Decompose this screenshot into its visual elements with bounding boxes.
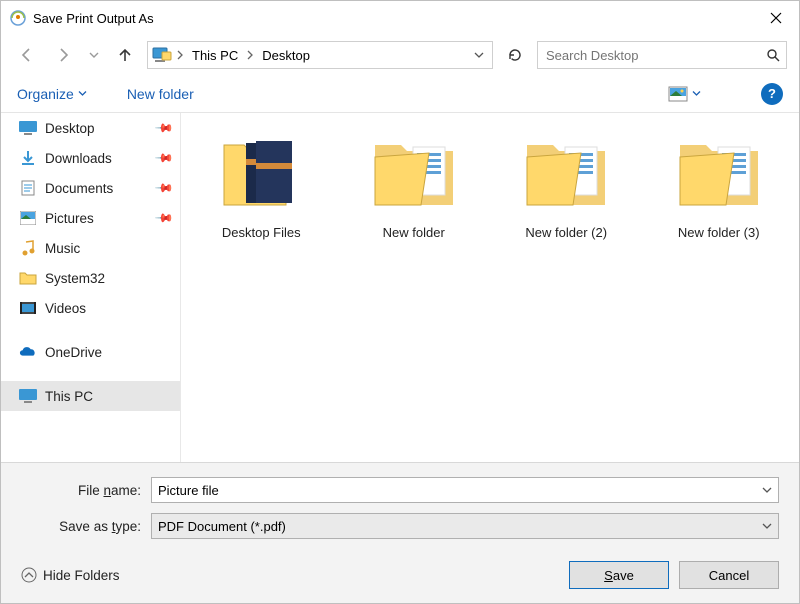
picture-icon: [668, 86, 688, 102]
folder-icon: [19, 269, 37, 287]
cancel-label: Cancel: [709, 568, 749, 583]
folder-item[interactable]: New folder (3): [663, 133, 776, 240]
sidebar-item-downloads[interactable]: Downloads 📌: [1, 143, 180, 173]
chevron-down-icon: [78, 89, 87, 98]
sidebar-item-system32[interactable]: System32: [1, 263, 180, 293]
sidebar-item-desktop[interactable]: Desktop 📌: [1, 113, 180, 143]
chevron-right-icon: [176, 50, 184, 60]
folder-icon: [369, 133, 459, 213]
sidebar-item-label: Downloads: [45, 151, 112, 166]
search-icon: [766, 48, 780, 62]
breadcrumb-root[interactable]: This PC: [188, 46, 242, 65]
savetype-select[interactable]: PDF Document (*.pdf): [151, 513, 779, 539]
sidebar-item-pictures[interactable]: Pictures 📌: [1, 203, 180, 233]
sidebar-item-onedrive[interactable]: OneDrive: [1, 337, 180, 367]
filename-input[interactable]: Picture file: [151, 477, 779, 503]
folder-icon: [216, 133, 306, 213]
savetype-value: PDF Document (*.pdf): [158, 519, 286, 534]
pin-icon: 📌: [154, 178, 174, 198]
pictures-icon: [19, 209, 37, 227]
chevron-down-icon[interactable]: [762, 485, 772, 495]
sidebar-item-label: This PC: [45, 389, 93, 404]
file-list[interactable]: Desktop Files New folder: [181, 113, 799, 462]
sidebar-item-thispc[interactable]: This PC: [1, 381, 180, 411]
sidebar-item-label: Music: [45, 241, 80, 256]
organize-label: Organize: [17, 86, 74, 102]
body: Desktop 📌 Downloads 📌 Documents 📌 Pictur…: [1, 113, 799, 462]
hide-folders-label: Hide Folders: [43, 568, 120, 583]
sidebar-item-label: OneDrive: [45, 345, 102, 360]
new-folder-button[interactable]: New folder: [127, 86, 194, 102]
desktop-icon: [19, 119, 37, 137]
sidebar-item-videos[interactable]: Videos: [1, 293, 180, 323]
music-icon: [19, 239, 37, 257]
save-dialog: Save Print Output As: [0, 0, 800, 604]
sidebar-item-label: Pictures: [45, 211, 94, 226]
filename-label: File name:: [21, 483, 151, 498]
close-button[interactable]: [753, 1, 799, 35]
folder-icon: [521, 133, 611, 213]
sidebar-item-label: Videos: [45, 301, 86, 316]
documents-icon: [19, 179, 37, 197]
search-box[interactable]: [537, 41, 787, 69]
address-bar[interactable]: This PC Desktop: [147, 41, 493, 69]
app-icon: [9, 9, 27, 27]
cancel-button[interactable]: Cancel: [679, 561, 779, 589]
nav-row: This PC Desktop: [1, 35, 799, 75]
new-folder-label: New folder: [127, 86, 194, 102]
folder-icon: [674, 133, 764, 213]
savetype-label: Save as type:: [21, 519, 151, 534]
pin-icon: 📌: [154, 148, 174, 168]
sidebar-item-documents[interactable]: Documents 📌: [1, 173, 180, 203]
help-button[interactable]: ?: [761, 83, 783, 105]
back-button[interactable]: [13, 41, 41, 69]
chevron-up-circle-icon: [21, 567, 37, 583]
pin-icon: 📌: [154, 118, 174, 138]
window-title: Save Print Output As: [33, 11, 154, 26]
file-label: Desktop Files: [222, 225, 301, 240]
videos-icon: [19, 299, 37, 317]
sidebar-item-label: Documents: [45, 181, 113, 196]
folder-item[interactable]: New folder: [358, 133, 471, 240]
folder-item[interactable]: Desktop Files: [205, 133, 318, 240]
sidebar[interactable]: Desktop 📌 Downloads 📌 Documents 📌 Pictur…: [1, 113, 181, 462]
sidebar-item-label: Desktop: [45, 121, 95, 136]
view-mode-menu[interactable]: [668, 86, 701, 102]
hide-folders-button[interactable]: Hide Folders: [21, 567, 120, 583]
recent-dropdown[interactable]: [85, 50, 103, 60]
pc-icon: [152, 46, 172, 64]
folder-item[interactable]: New folder (2): [510, 133, 623, 240]
search-input[interactable]: [544, 47, 766, 64]
pin-icon: 📌: [154, 208, 174, 228]
forward-button[interactable]: [49, 41, 77, 69]
address-dropdown[interactable]: [470, 50, 488, 60]
save-button[interactable]: Save: [569, 561, 669, 589]
filename-value: Picture file: [158, 483, 219, 498]
toolbar: Organize New folder ?: [1, 75, 799, 113]
breadcrumb-current[interactable]: Desktop: [258, 46, 314, 65]
chevron-down-icon: [692, 89, 701, 98]
refresh-button[interactable]: [501, 41, 529, 69]
organize-menu[interactable]: Organize: [17, 86, 87, 102]
chevron-right-icon: [246, 50, 254, 60]
file-label: New folder (3): [678, 225, 760, 240]
downloads-icon: [19, 149, 37, 167]
onedrive-icon: [19, 343, 37, 361]
chevron-down-icon[interactable]: [762, 521, 772, 531]
pc-icon: [19, 387, 37, 405]
sidebar-item-label: System32: [45, 271, 105, 286]
file-label: New folder (2): [525, 225, 607, 240]
up-button[interactable]: [111, 41, 139, 69]
file-label: New folder: [383, 225, 445, 240]
titlebar: Save Print Output As: [1, 1, 799, 35]
bottom-panel: File name: Picture file Save as type: PD…: [1, 462, 799, 603]
sidebar-item-music[interactable]: Music: [1, 233, 180, 263]
